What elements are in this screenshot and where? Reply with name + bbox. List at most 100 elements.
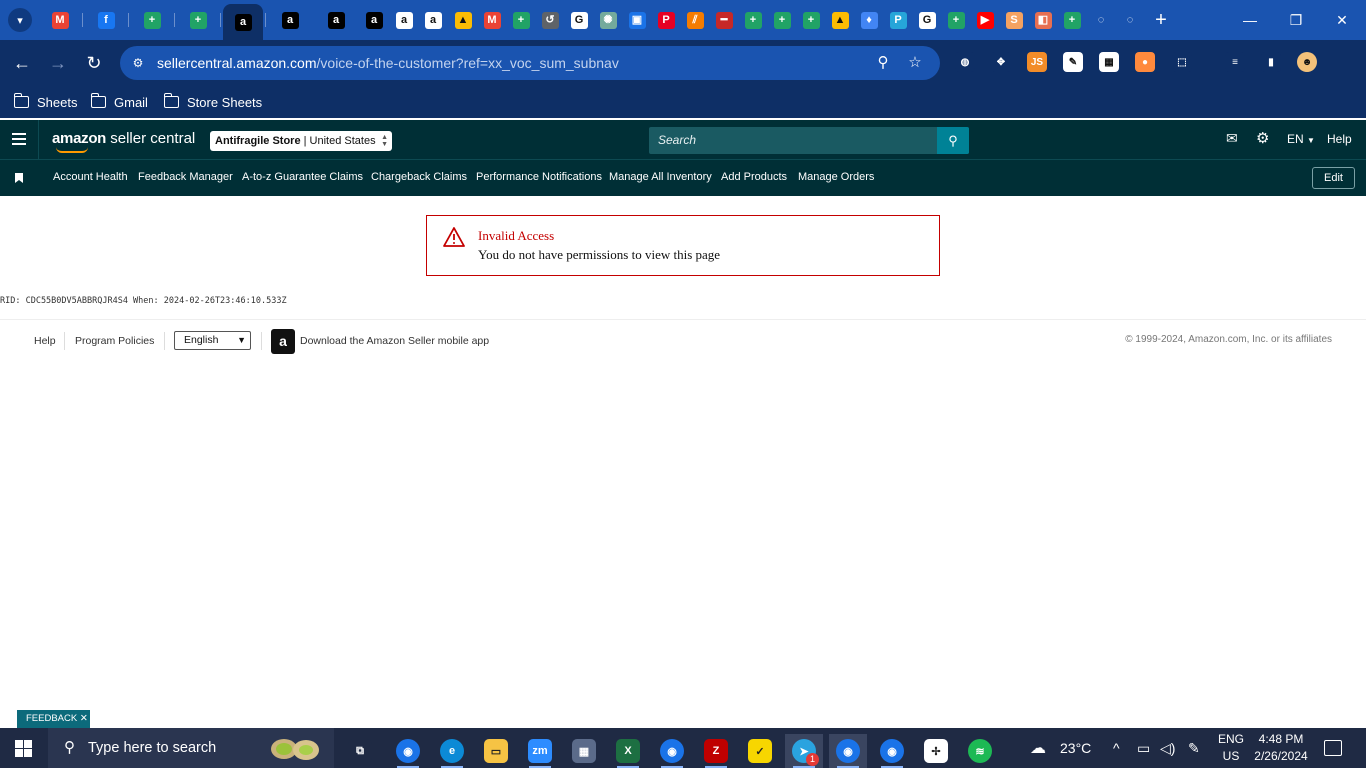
volume-icon[interactable]: ◁) (1160, 740, 1175, 757)
extensions-icon[interactable]: ⬚ (1172, 52, 1192, 72)
shortcut-account-health[interactable]: Account Health (53, 171, 128, 183)
pen-icon[interactable]: ✎ (1188, 740, 1200, 757)
browser-tab[interactable]: ◧ (1029, 6, 1057, 34)
shortcut-manage-inventory[interactable]: Manage All Inventory (609, 171, 712, 183)
js-icon[interactable]: JS (1027, 52, 1047, 72)
restore-button[interactable]: ❐ (1276, 8, 1316, 32)
show-hidden-icons-chevron-icon[interactable]: ^ (1113, 740, 1120, 756)
footer-language-select[interactable]: English ▼ (174, 331, 251, 350)
browser-tab[interactable]: M (46, 6, 74, 34)
edit-shortcuts-button[interactable]: Edit (1312, 167, 1355, 189)
taskbar-app[interactable]: ▦ (565, 734, 603, 768)
taskbar-app[interactable]: ◉ (389, 734, 427, 768)
battery-icon[interactable]: ▭ (1137, 740, 1150, 757)
orange-circle-icon[interactable]: ● (1135, 52, 1155, 72)
seller-central-logo[interactable]: amazon seller central (52, 130, 195, 153)
new-tab-button[interactable]: + (1152, 10, 1170, 30)
bookmark-folder-gmail[interactable]: Gmail (90, 92, 148, 112)
globe-icon[interactable]: ◍ (955, 52, 975, 72)
taskbar-clock[interactable]: 4:48 PM 2/26/2024 (1248, 731, 1314, 765)
browser-tab[interactable]: ▶ (971, 6, 999, 34)
browser-tab[interactable]: + (184, 6, 212, 34)
browser-tab[interactable]: P (884, 6, 912, 34)
browser-tab[interactable]: + (138, 6, 166, 34)
weather-cloud-icon[interactable]: ☁ (1030, 738, 1046, 758)
minimize-button[interactable]: — (1230, 8, 1270, 32)
browser-tab[interactable]: ▣ (623, 6, 651, 34)
browser-tab[interactable]: a (322, 6, 350, 34)
notifications-icon[interactable] (1324, 740, 1342, 756)
sign-icon[interactable]: ✎ (1063, 52, 1083, 72)
footer-program-policies-link[interactable]: Program Policies (75, 335, 154, 347)
taskbar-search-box[interactable]: ⚲ Type here to search (48, 728, 334, 768)
browser-tab[interactable]: G (565, 6, 593, 34)
tab-search-chevron-icon[interactable]: ▾ (8, 8, 32, 32)
taskbar-app[interactable]: ◉ (653, 734, 691, 768)
browser-tab[interactable]: ✺ (594, 6, 622, 34)
taskbar-app[interactable]: Z (697, 734, 735, 768)
puzzle-move-icon[interactable]: ✥ (991, 52, 1011, 72)
site-info-icon[interactable]: ⚙ (130, 55, 146, 71)
taskbar-app[interactable]: X (609, 734, 647, 768)
browser-tab[interactable]: ↺ (536, 6, 564, 34)
browser-tab[interactable]: + (739, 6, 767, 34)
taskbar-app[interactable]: ⧉ (341, 734, 379, 768)
bookmark-folder-store-sheets[interactable]: Store Sheets (163, 92, 262, 112)
browser-tab[interactable]: + (797, 6, 825, 34)
taskbar-app[interactable]: ✓ (741, 734, 779, 768)
close-window-button[interactable]: ✕ (1322, 8, 1362, 32)
footer-help-link[interactable]: Help (34, 335, 56, 347)
bookmark-icon[interactable] (15, 173, 23, 183)
browser-tab[interactable]: f (92, 6, 120, 34)
weather-temperature[interactable]: 23°C (1060, 740, 1091, 756)
taskbar-app[interactable]: ✢ (917, 734, 955, 768)
browser-tab[interactable]: ◌ (1087, 6, 1115, 34)
language-selector[interactable]: EN ▼ (1287, 132, 1315, 146)
browser-tab[interactable]: ━ (710, 6, 738, 34)
browser-tab[interactable]: ♦ (855, 6, 883, 34)
browser-tab[interactable]: a (419, 6, 447, 34)
store-selector[interactable]: Antifragile Store | United States ▲ ▼ (210, 131, 392, 151)
browser-tab[interactable]: ▲ (449, 6, 477, 34)
taskbar-app[interactable]: e (433, 734, 471, 768)
browser-tab[interactable]: P (652, 6, 680, 34)
browser-tab[interactable]: ▲ (826, 6, 854, 34)
input-language-indicator[interactable]: ENG US (1218, 731, 1244, 765)
settings-gear-icon[interactable]: ⚙ (1256, 129, 1269, 147)
browser-tab[interactable]: G (913, 6, 941, 34)
taskbar-app[interactable]: ▭ (477, 734, 515, 768)
mail-icon[interactable]: ✉ (1226, 130, 1238, 147)
media-icon[interactable]: ≡ (1225, 52, 1245, 72)
forward-button[interactable]: → (47, 52, 69, 74)
search-icon[interactable]: ⚲ (937, 127, 969, 154)
profile-avatar-icon[interactable]: ☻ (1297, 52, 1317, 72)
taskbar-app[interactable]: ◉ (829, 734, 867, 768)
qr-icon[interactable]: ▦ (1099, 52, 1119, 72)
zoom-search-icon[interactable]: ⚲ (873, 53, 893, 73)
shortcut-add-products[interactable]: Add Products (721, 171, 787, 183)
bookmark-star-icon[interactable]: ☆ (905, 53, 925, 73)
sidepanel-icon[interactable]: ▮ (1261, 52, 1281, 72)
back-button[interactable]: ← (11, 52, 33, 74)
download-app-link[interactable]: Download the Amazon Seller mobile app (300, 335, 489, 347)
feedback-button[interactable]: FEEDBACK ✕ (17, 710, 90, 728)
help-link[interactable]: Help (1327, 132, 1352, 146)
browser-tab[interactable]: + (768, 6, 796, 34)
bookmark-folder-sheets[interactable]: Sheets (13, 92, 77, 112)
shortcut-a-to-z-claims[interactable]: A-to-z Guarantee Claims (242, 171, 363, 183)
seller-search-box[interactable]: Search ⚲ (649, 127, 969, 154)
taskbar-app[interactable]: ➤ 1 (785, 734, 823, 768)
browser-tab[interactable]: + (942, 6, 970, 34)
taskbar-app[interactable]: zm (521, 734, 559, 768)
browser-tab[interactable]: S (1000, 6, 1028, 34)
menu-hamburger-icon[interactable] (12, 133, 26, 145)
browser-tab[interactable]: a (276, 6, 304, 34)
taskbar-app[interactable]: ≋ (961, 734, 999, 768)
browser-tab[interactable]: M (478, 6, 506, 34)
taskbar-app[interactable]: ◉ (873, 734, 911, 768)
shortcut-manage-orders[interactable]: Manage Orders (798, 171, 874, 183)
windows-start-icon[interactable] (15, 740, 32, 757)
reload-button[interactable]: ↻ (83, 52, 105, 74)
browser-tab[interactable]: a (390, 6, 418, 34)
browser-tab[interactable]: + (1058, 6, 1086, 34)
